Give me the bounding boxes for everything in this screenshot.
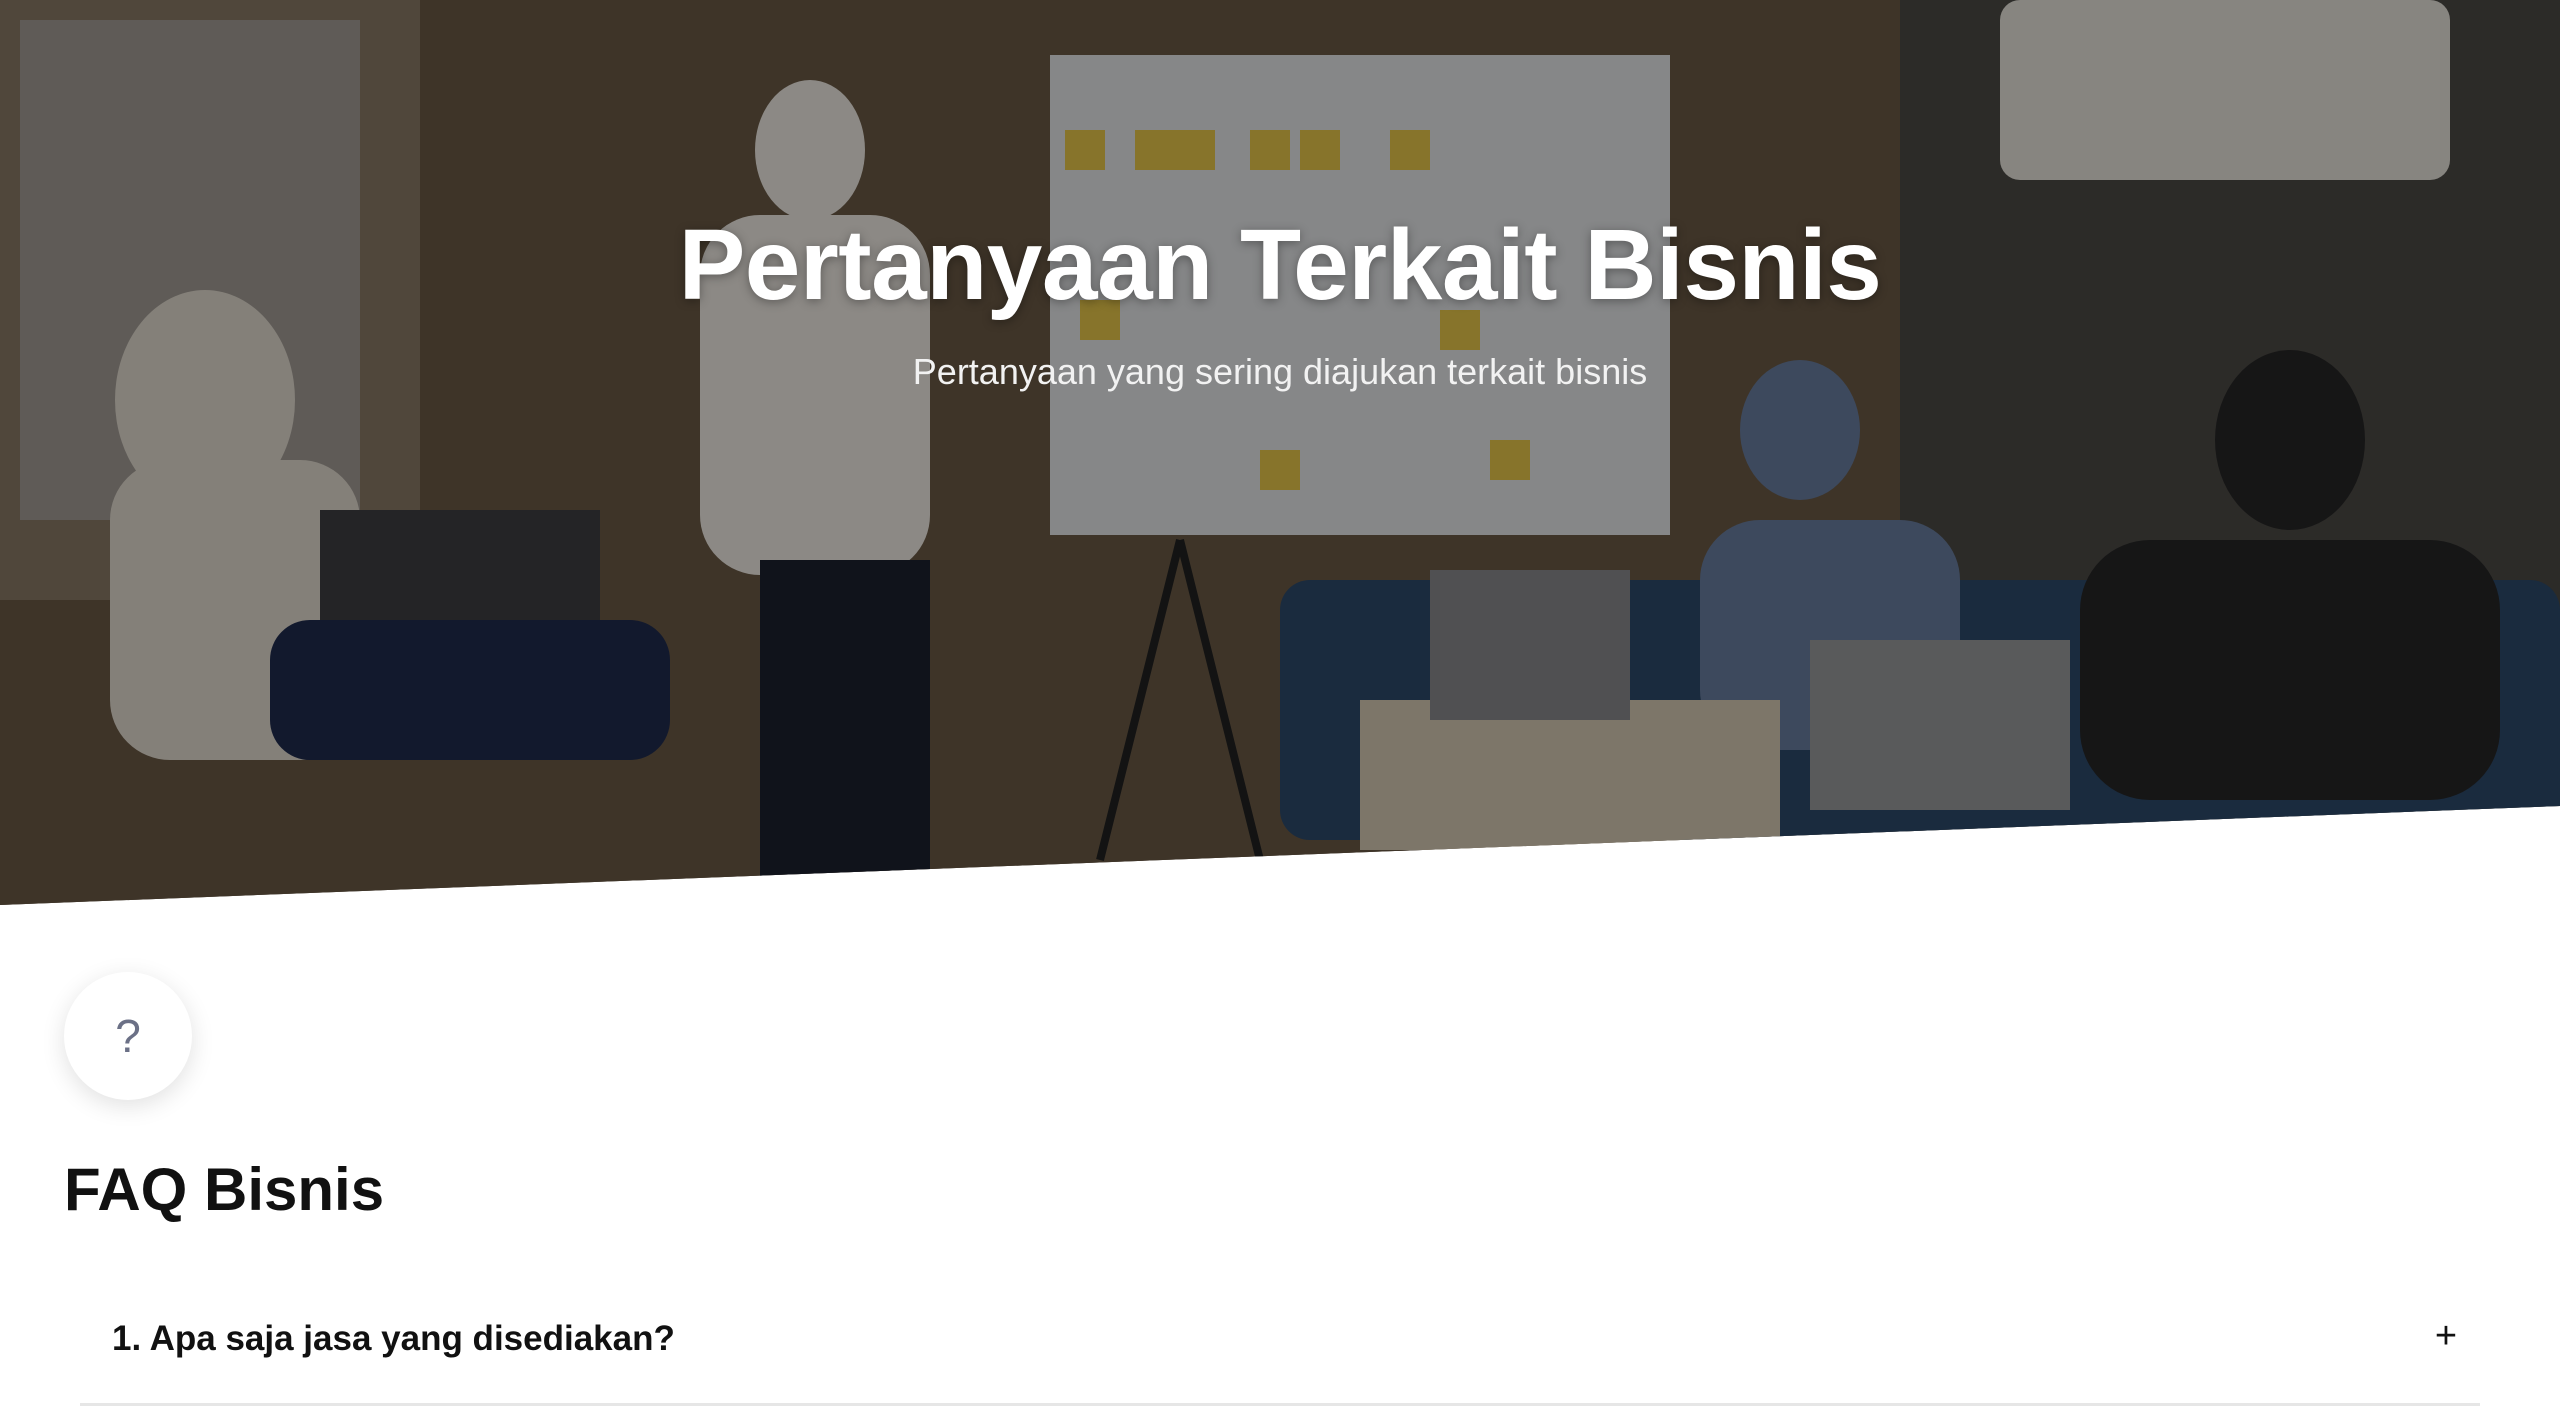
question-mark-icon: ? [64, 972, 192, 1100]
page-subtitle: Pertanyaan yang sering diajukan terkait … [912, 351, 1648, 392]
faq-heading: FAQ Bisnis [64, 1156, 385, 1223]
question-mark-glyph: ? [115, 1010, 141, 1062]
hero-dark-overlay [0, 0, 2560, 905]
expand-plus-icon[interactable]: + [2426, 1316, 2466, 1356]
hero-text: Pertanyaan Terkait Bisnis Pertanyaan yan… [0, 200, 2560, 394]
hero-banner: Pertanyaan Terkait Bisnis Pertanyaan yan… [0, 0, 2560, 905]
faq-item[interactable]: 1. Apa saja jasa yang disediakan? + [80, 1290, 2480, 1406]
page-title: Pertanyaan Terkait Bisnis [678, 209, 1882, 321]
faq-question: 1. Apa saja jasa yang disediakan? [112, 1319, 675, 1358]
